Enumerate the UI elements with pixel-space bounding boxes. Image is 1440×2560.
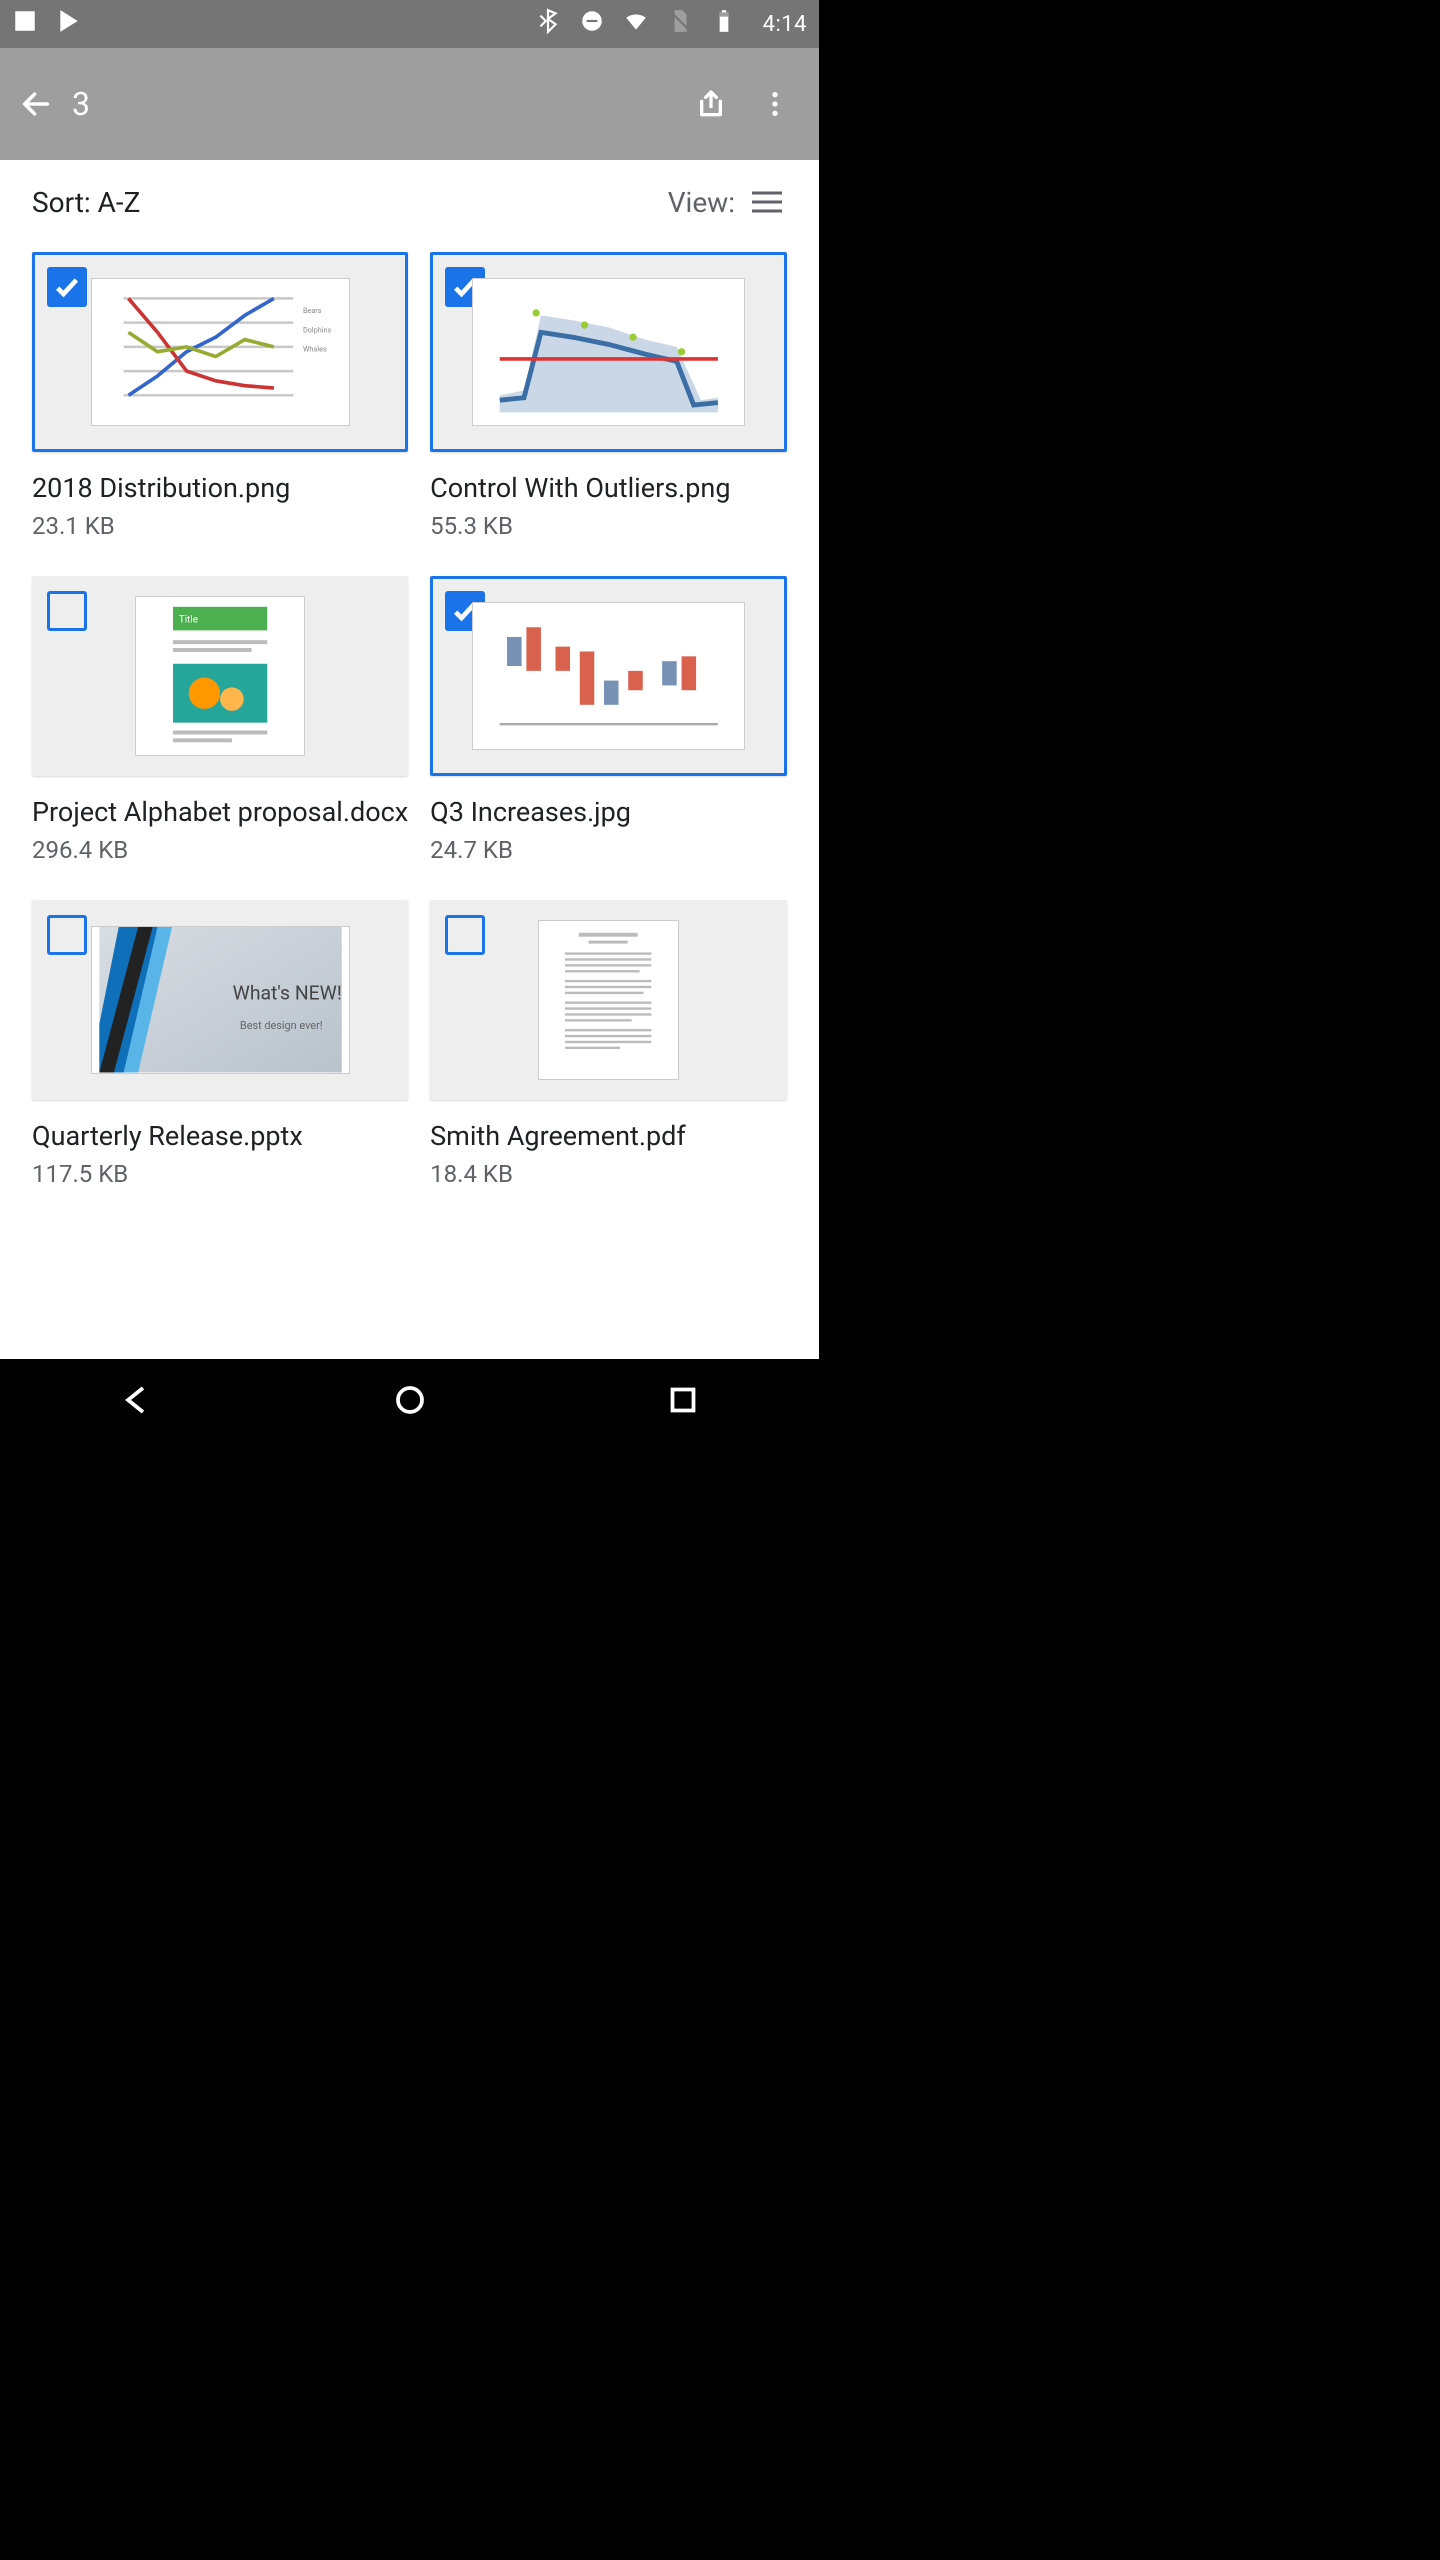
file-checkbox[interactable] [47,591,87,631]
file-name: Q3 Increases.jpg [430,796,787,828]
file-item[interactable]: Q3 Increases.jpg 24.7 KB [430,576,787,864]
file-item[interactable]: Control With Outliers.png 55.3 KB [430,252,787,540]
file-name: 2018 Distribution.png [32,472,408,504]
file-size: 117.5 KB [32,1160,408,1188]
file-item[interactable]: What's NEW! Best design ever! Quarterly … [32,900,408,1188]
file-size: 23.1 KB [32,512,408,540]
share-button[interactable] [679,72,743,136]
back-button[interactable] [12,80,60,128]
file-thumbnail[interactable] [430,900,787,1100]
bluetooth-icon [535,8,561,40]
file-checkbox[interactable] [445,915,485,955]
file-thumbnail[interactable]: Title [32,576,408,776]
file-thumbnail[interactable]: What's NEW! Best design ever! [32,900,408,1100]
slide-headline: What's NEW! [232,982,341,1005]
file-name: Project Alphabet proposal.docx [32,796,408,828]
nav-recents-button[interactable] [653,1370,713,1430]
file-size: 18.4 KB [430,1160,787,1188]
svg-text:Whales: Whales [302,345,326,354]
nav-home-button[interactable] [380,1370,440,1430]
battery-icon [711,8,737,40]
file-name: Smith Agreement.pdf [430,1120,787,1152]
android-nav-bar [0,1359,819,1440]
do-not-disturb-icon [579,8,605,40]
file-thumbnail[interactable] [430,252,787,452]
file-item[interactable]: Bears Dolphins Whales 2018 Distribution.… [32,252,408,540]
svg-text:Bears: Bears [302,306,321,315]
sort-button[interactable]: Sort: A-Z [32,186,140,219]
gallery-notif-icon [12,8,38,40]
view-label: View: [668,186,735,219]
svg-text:Dolphins: Dolphins [302,326,331,335]
file-size: 24.7 KB [430,836,787,864]
file-checkbox[interactable] [47,267,87,307]
selection-count: 3 [72,85,90,123]
file-checkbox[interactable] [47,915,87,955]
file-item[interactable]: Title Project Alphabet proposal.docx 296… [32,576,408,864]
view-toggle-button[interactable] [743,178,791,226]
play-store-notif-icon [56,8,82,40]
wifi-icon [623,8,649,40]
file-thumbnail[interactable] [430,576,787,776]
file-size: 296.4 KB [32,836,408,864]
nav-back-button[interactable] [107,1370,167,1430]
file-item[interactable]: Smith Agreement.pdf 18.4 KB [430,900,787,1188]
overflow-menu-button[interactable] [743,72,807,136]
sort-view-row: Sort: A-Z View: [0,160,819,240]
file-thumbnail[interactable]: Bears Dolphins Whales [32,252,408,452]
svg-text:Title: Title [179,615,198,626]
file-name: Quarterly Release.pptx [32,1120,408,1152]
status-clock: 4:14 [763,12,807,37]
file-name: Control With Outliers.png [430,472,787,504]
file-size: 55.3 KB [430,512,787,540]
android-status-bar: 4:14 [0,0,819,48]
no-sim-icon [667,8,693,40]
file-browser-content: Sort: A-Z View: [0,160,819,1359]
selection-app-bar: 3 [0,48,819,160]
file-grid: Bears Dolphins Whales 2018 Distribution.… [0,240,819,1228]
slide-tagline: Best design ever! [239,1019,322,1032]
